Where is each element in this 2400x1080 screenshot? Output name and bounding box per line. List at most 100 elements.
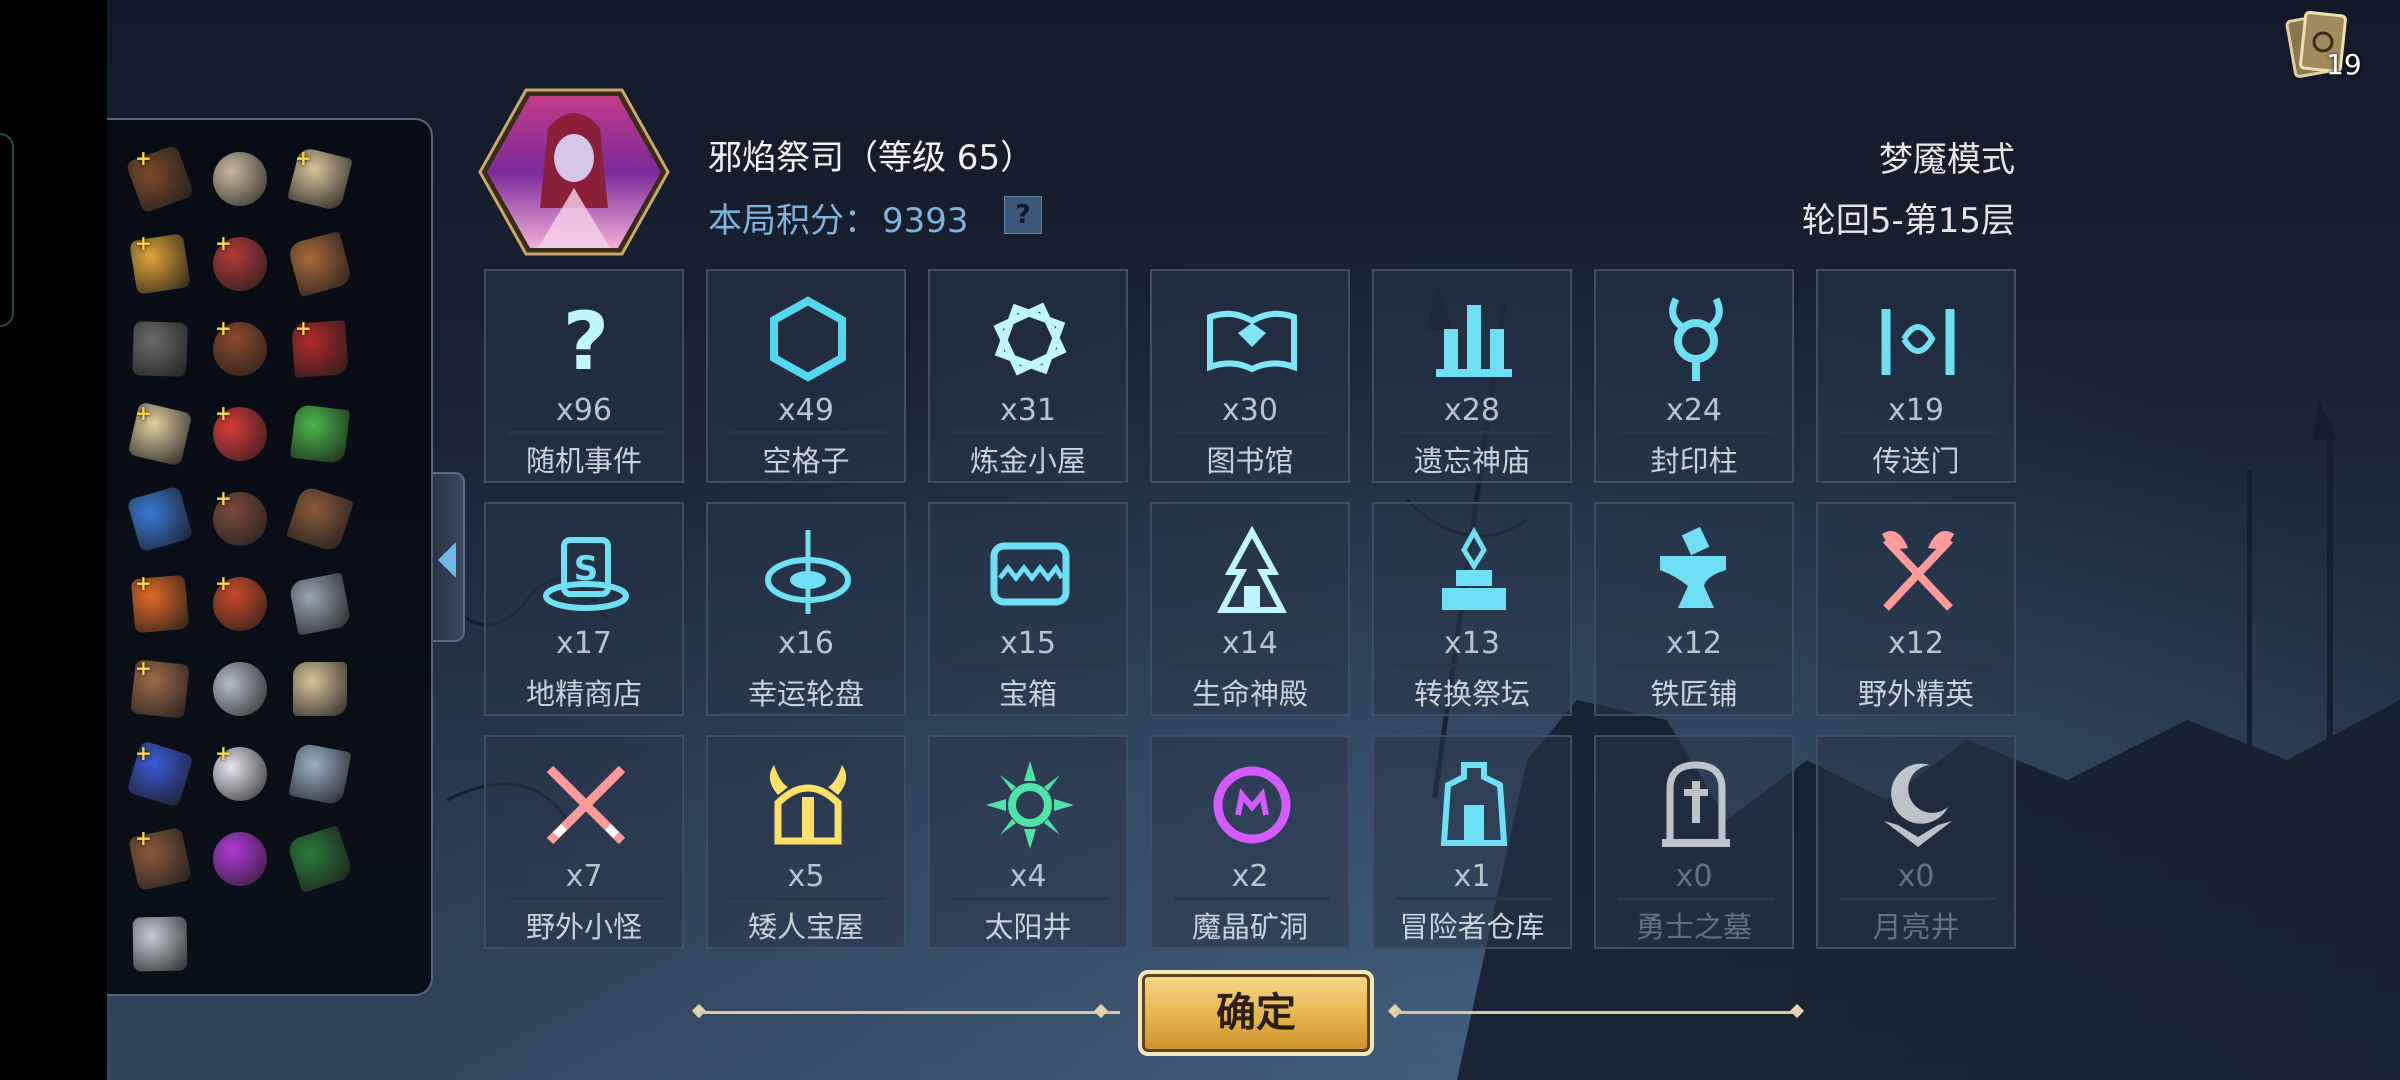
inventory-item[interactable] <box>281 221 361 306</box>
event-count: x0 <box>1675 859 1713 894</box>
inventory-item[interactable] <box>281 476 361 561</box>
floor-progress: 轮回5-第15层 <box>1801 201 2015 241</box>
inventory-item[interactable]: + <box>121 646 201 731</box>
event-label: 勇士之墓 <box>1635 910 1752 944</box>
event-tile[interactable]: x49 空格子 <box>706 269 906 483</box>
upgrade-plus-icon: + <box>135 401 152 425</box>
event-tile[interactable]: x28 遗忘神庙 <box>1372 269 1572 483</box>
inventory-item[interactable]: + <box>121 221 201 306</box>
divider <box>1618 431 1774 434</box>
inventory-item[interactable] <box>201 136 281 221</box>
scroll-red-icon <box>286 230 354 298</box>
upgrade-plus-icon: + <box>215 486 232 510</box>
deco-line-left <box>700 1011 1120 1014</box>
event-tile[interactable]: x5 矮人宝屋 <box>706 735 906 949</box>
event-label: 地精商店 <box>525 677 642 711</box>
event-tile[interactable]: x1 冒险者仓库 <box>1372 735 1572 949</box>
event-label: 野外小怪 <box>525 910 642 944</box>
event-tile[interactable]: x14 生命神殿 <box>1150 502 1350 716</box>
divider <box>1174 431 1330 434</box>
tombstone-icon <box>1662 761 1730 847</box>
dwarf-helmet-icon <box>769 765 847 845</box>
inventory-item[interactable]: + <box>121 816 201 901</box>
inventory-item[interactable]: + <box>121 561 201 646</box>
crossed-axes-icon <box>1882 531 1954 611</box>
event-tile[interactable]: x15 宝箱 <box>928 502 1128 716</box>
event-count: x49 <box>778 393 834 428</box>
inventory-item[interactable]: + <box>201 476 281 561</box>
event-tile[interactable]: x12 野外精英 <box>1816 502 2016 716</box>
event-count: x17 <box>556 626 612 661</box>
amulet-icon <box>132 916 188 972</box>
event-tile[interactable]: x0 勇士之墓 <box>1594 735 1794 949</box>
upgrade-plus-icon: + <box>135 231 152 255</box>
event-label: 冒险者仓库 <box>1399 910 1545 944</box>
upgrade-plus-icon: + <box>135 656 152 680</box>
event-tile[interactable]: ? x96 随机事件 <box>484 269 684 483</box>
event-tile[interactable]: x30 图书馆 <box>1150 269 1350 483</box>
confirm-button[interactable]: 确定 <box>1138 970 1374 1056</box>
event-tile[interactable]: x2 魔晶矿洞 <box>1150 735 1350 949</box>
inventory-item[interactable] <box>281 731 361 816</box>
confirm-area: 确定 <box>690 968 1810 1058</box>
event-label: 月亮井 <box>1872 910 1960 944</box>
inventory-item[interactable] <box>121 476 201 561</box>
event-count: x0 <box>1897 859 1935 894</box>
event-tile[interactable]: x16 幸运轮盘 <box>706 502 906 716</box>
inventory-item[interactable] <box>121 901 201 986</box>
inventory-item[interactable] <box>281 391 361 476</box>
event-tile[interactable]: x12 铁匠铺 <box>1594 502 1794 716</box>
score-display: 本局积分： 9393 <box>708 193 969 242</box>
event-tile[interactable]: x24 封印柱 <box>1594 269 1794 483</box>
event-tile[interactable]: x7 野外小怪 <box>484 735 684 949</box>
green-potion-icon <box>289 403 351 465</box>
event-tile[interactable]: x19 传送门 <box>1816 269 2016 483</box>
divider <box>1618 897 1774 900</box>
bezel-edge <box>0 133 14 327</box>
upgrade-plus-icon: + <box>135 571 152 595</box>
event-count: x15 <box>1000 626 1056 661</box>
inventory-item[interactable]: + <box>121 731 201 816</box>
deco-dot-right <box>1789 1003 1805 1019</box>
inventory-item[interactable] <box>201 816 281 901</box>
inventory-item[interactable] <box>201 646 281 731</box>
magnifier-icon <box>126 485 194 553</box>
divider <box>1174 664 1330 667</box>
help-button[interactable]: ? <box>1004 196 1042 234</box>
collapse-inventory-button[interactable] <box>433 472 465 642</box>
divider <box>1396 431 1552 434</box>
screen-bezel <box>0 0 107 1080</box>
hexagon-icon <box>770 296 846 382</box>
inventory-item[interactable]: + <box>121 136 201 221</box>
inventory-item[interactable] <box>121 306 201 391</box>
crossed-swords-icon <box>546 765 626 845</box>
event-tile[interactable]: Sx17 地精商店 <box>484 502 684 716</box>
inventory-item[interactable]: + <box>201 221 281 306</box>
portal-icon <box>1881 309 1955 375</box>
inventory-item[interactable]: + <box>201 391 281 476</box>
divider <box>1840 664 1996 667</box>
event-tile[interactable]: x13 转换祭坛 <box>1372 502 1572 716</box>
score-value: 9393 <box>882 201 969 241</box>
upgrade-plus-icon: + <box>135 826 152 850</box>
event-label: 图书馆 <box>1206 444 1294 478</box>
event-label: 随机事件 <box>525 444 642 478</box>
deco-line-right <box>1394 1011 1794 1014</box>
inventory-item[interactable]: + <box>201 561 281 646</box>
event-tile[interactable]: x4 太阳井 <box>928 735 1128 949</box>
deck-count: 19 <box>2326 48 2362 81</box>
event-label: 遗忘神庙 <box>1413 444 1530 478</box>
inventory-item[interactable]: + <box>281 306 361 391</box>
event-tile[interactable]: x0 月亮井 <box>1816 735 2016 949</box>
event-tile[interactable]: x31 炼金小屋 <box>928 269 1128 483</box>
inventory-item[interactable]: + <box>281 136 361 221</box>
inventory-item[interactable] <box>281 561 361 646</box>
inventory-item[interactable]: + <box>201 731 281 816</box>
lucky-wheel-icon <box>765 530 851 614</box>
inventory-item[interactable]: + <box>201 306 281 391</box>
inventory-item[interactable] <box>281 646 361 731</box>
divider <box>508 431 664 434</box>
inventory-item[interactable]: + <box>121 391 201 476</box>
inventory-item[interactable] <box>281 816 361 901</box>
goblin-shop-icon: S <box>543 537 629 611</box>
